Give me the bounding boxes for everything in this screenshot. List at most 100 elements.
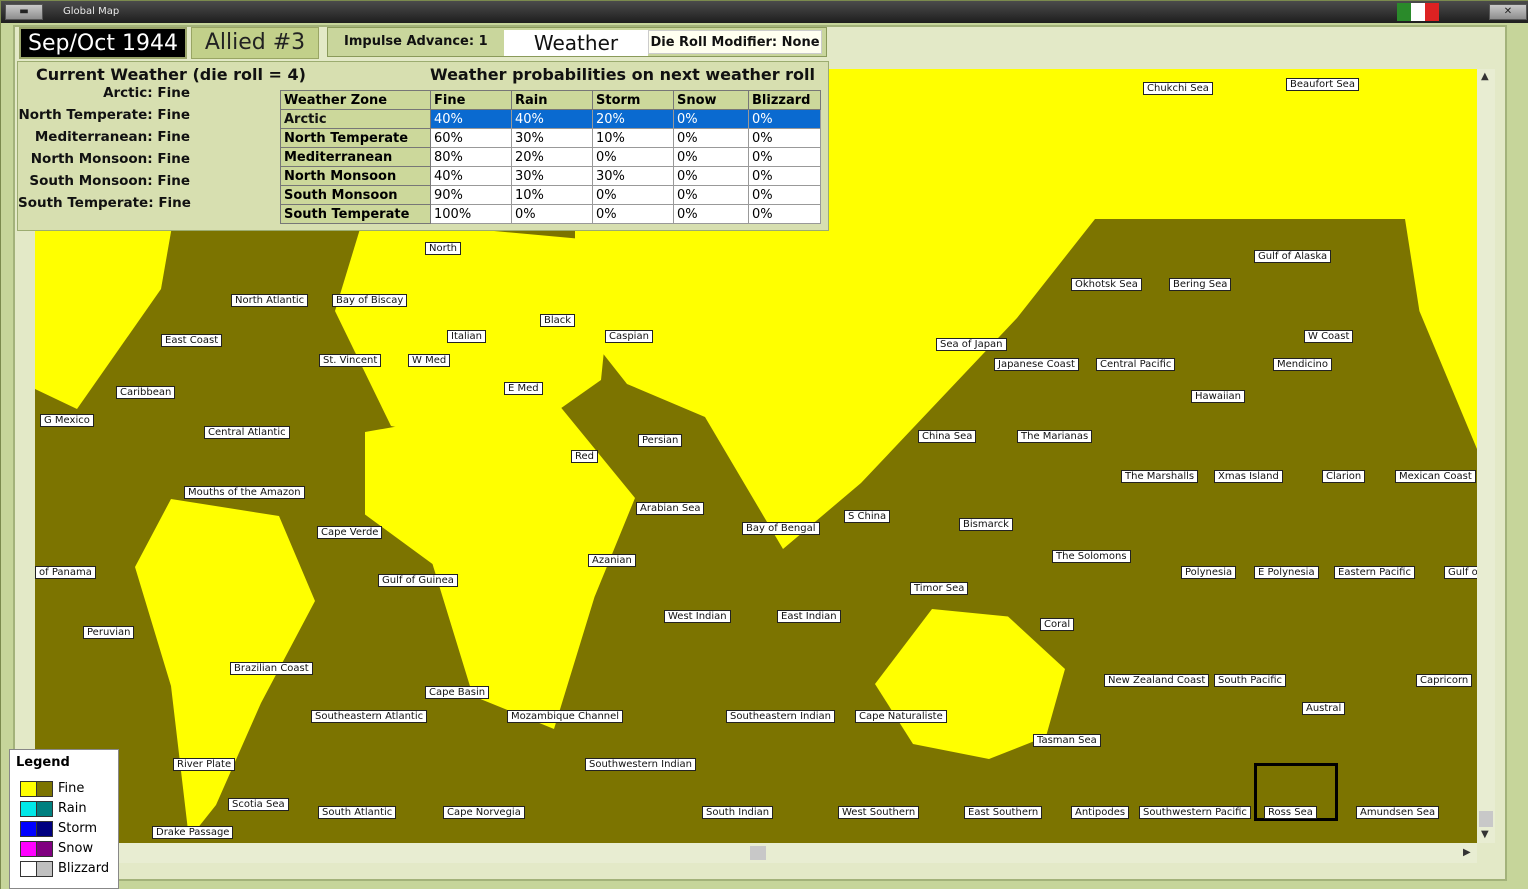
zone-label[interactable]: Azanian bbox=[588, 554, 636, 567]
zone-label[interactable]: Clarion bbox=[1322, 470, 1366, 483]
zone-label[interactable]: Mozambique Channel bbox=[507, 710, 624, 723]
table-row[interactable]: North Monsoon 40% 30% 30% 0% 0% bbox=[280, 166, 821, 186]
zone-label[interactable]: The Solomons bbox=[1052, 550, 1131, 563]
zone-label[interactable]: Ross Sea bbox=[1264, 806, 1317, 819]
zone-label[interactable]: River Plate bbox=[173, 758, 236, 771]
zone-label[interactable]: Polynesia bbox=[1181, 566, 1237, 579]
zone-label[interactable]: Bay of Biscay bbox=[332, 294, 408, 307]
scroll-up-icon[interactable]: ▲ bbox=[1481, 71, 1489, 82]
zone-label[interactable]: East Indian bbox=[777, 610, 841, 623]
zone-label[interactable]: North bbox=[425, 242, 461, 255]
zone-label[interactable]: The Marianas bbox=[1017, 430, 1093, 443]
zone-label[interactable]: Gulf of Alaska bbox=[1254, 250, 1332, 263]
scroll-thumb[interactable] bbox=[750, 846, 766, 860]
zone-label[interactable]: Southwestern Pacific bbox=[1139, 806, 1251, 819]
zone-label[interactable]: Peruvian bbox=[83, 626, 135, 639]
zone-label[interactable]: Arabian Sea bbox=[636, 502, 705, 515]
table-cell: 0% bbox=[748, 204, 821, 224]
zone-label[interactable]: Bismarck bbox=[959, 518, 1013, 531]
zone-label[interactable]: E Polynesia bbox=[1254, 566, 1319, 579]
zone-label[interactable]: Gulf of Guinea bbox=[378, 574, 458, 587]
zone-label[interactable]: S China bbox=[844, 510, 891, 523]
zone-label[interactable]: of Panama bbox=[35, 566, 96, 579]
zone-label[interactable]: East Coast bbox=[161, 334, 223, 347]
zone-label[interactable]: Black bbox=[540, 314, 576, 327]
table-row[interactable]: Arctic 40% 40% 20% 0% 0% bbox=[280, 109, 821, 129]
close-button[interactable]: ✕ bbox=[1489, 4, 1527, 20]
scroll-down-icon[interactable]: ▼ bbox=[1481, 829, 1489, 840]
zone-label[interactable]: South Atlantic bbox=[318, 806, 397, 819]
zone-label[interactable]: Drake Passage bbox=[152, 826, 234, 839]
zone-label[interactable]: Red bbox=[571, 450, 598, 463]
zone-label[interactable]: Capricorn bbox=[1416, 674, 1473, 687]
zone-label[interactable]: Chukchi Sea bbox=[1143, 82, 1213, 95]
zone-label[interactable]: Antipodes bbox=[1071, 806, 1130, 819]
zone-label[interactable]: Coral bbox=[1040, 618, 1075, 631]
zone-label[interactable]: Amundsen Sea bbox=[1356, 806, 1440, 819]
zone-label[interactable]: Scotia Sea bbox=[228, 798, 289, 811]
zone-label[interactable]: South Pacific bbox=[1214, 674, 1287, 687]
table-cell: 0% bbox=[511, 204, 593, 224]
zone-label[interactable]: Mouths of the Amazon bbox=[184, 486, 305, 499]
zone-label[interactable]: Cape Norvegia bbox=[443, 806, 525, 819]
zone-label[interactable]: Okhotsk Sea bbox=[1071, 278, 1142, 291]
zone-label[interactable]: Brazilian Coast bbox=[230, 662, 313, 675]
zone-label[interactable]: Cape Naturaliste bbox=[855, 710, 947, 723]
zone-label[interactable]: Southwestern Indian bbox=[585, 758, 697, 771]
zone-label[interactable]: New Zealand Coast bbox=[1104, 674, 1210, 687]
zone-label[interactable]: Eastern Pacific bbox=[1334, 566, 1415, 579]
zone-label[interactable]: Beaufort Sea bbox=[1286, 78, 1359, 91]
zone-label[interactable]: North Atlantic bbox=[231, 294, 309, 307]
zone-label[interactable]: China Sea bbox=[918, 430, 977, 443]
horizontal-scrollbar[interactable]: ▶ bbox=[35, 843, 1477, 863]
zone-label[interactable]: Austral bbox=[1302, 702, 1346, 715]
table-cell: 40% bbox=[511, 109, 593, 129]
zone-label[interactable]: The Marshalls bbox=[1121, 470, 1199, 483]
table-row[interactable]: Mediterranean 80% 20% 0% 0% 0% bbox=[280, 147, 821, 167]
zone-label[interactable]: St. Vincent bbox=[319, 354, 382, 367]
zone-label[interactable]: W Coast bbox=[1304, 330, 1354, 343]
zone-label[interactable]: Bering Sea bbox=[1169, 278, 1232, 291]
zone-label[interactable]: Tasman Sea bbox=[1033, 734, 1101, 747]
zone-label[interactable]: Gulf o bbox=[1444, 566, 1477, 579]
zone-label[interactable]: Mexican Coast bbox=[1395, 470, 1476, 483]
zone-label[interactable]: Japanese Coast bbox=[994, 358, 1079, 371]
minimize-button[interactable]: ▬ bbox=[5, 4, 43, 20]
scroll-thumb[interactable] bbox=[1479, 811, 1493, 827]
zone-label[interactable]: East Southern bbox=[964, 806, 1043, 819]
zone-label[interactable]: Xmas Island bbox=[1214, 470, 1283, 483]
zone-label[interactable]: Caspian bbox=[605, 330, 653, 343]
zone-label[interactable]: Bay of Bengal bbox=[742, 522, 820, 535]
vertical-scrollbar[interactable]: ▲ ▼ bbox=[1477, 69, 1495, 843]
current-weather-row: Arctic: Fine bbox=[18, 85, 190, 101]
zone-label[interactable]: Caribbean bbox=[116, 386, 176, 399]
table-row[interactable]: South Monsoon 90% 10% 0% 0% 0% bbox=[280, 185, 821, 205]
table-row[interactable]: South Temperate 100% 0% 0% 0% 0% bbox=[280, 204, 821, 224]
zone-label[interactable]: Central Atlantic bbox=[204, 426, 290, 439]
table-cell: 0% bbox=[748, 166, 821, 186]
zone-label[interactable]: South Indian bbox=[702, 806, 774, 819]
column-header: Weather Zone bbox=[280, 90, 431, 110]
zone-label[interactable]: E Med bbox=[504, 382, 543, 395]
zone-label[interactable]: West Indian bbox=[664, 610, 731, 623]
turn-side-display: Allied #3 bbox=[191, 27, 319, 59]
zone-label[interactable]: Cape Basin bbox=[425, 686, 490, 699]
table-row[interactable]: North Temperate 60% 30% 10% 0% 0% bbox=[280, 128, 821, 148]
zone-label[interactable]: Cape Verde bbox=[317, 526, 383, 539]
zone-label[interactable]: Hawaiian bbox=[1191, 390, 1245, 403]
zone-label[interactable]: Southeastern Atlantic bbox=[311, 710, 428, 723]
zone-label[interactable]: Central Pacific bbox=[1096, 358, 1176, 371]
zone-label[interactable]: Mendicino bbox=[1273, 358, 1332, 371]
weather-value: Fine bbox=[157, 173, 190, 189]
zone-label[interactable]: Sea of Japan bbox=[936, 338, 1007, 351]
zone-label[interactable]: Italian bbox=[447, 330, 487, 343]
zone-label[interactable]: W Med bbox=[408, 354, 451, 367]
table-cell: 0% bbox=[592, 204, 674, 224]
weather-button[interactable]: Weather bbox=[504, 30, 648, 56]
scroll-right-icon[interactable]: ▶ bbox=[1463, 847, 1471, 858]
zone-label[interactable]: G Mexico bbox=[40, 414, 94, 427]
zone-label[interactable]: West Southern bbox=[838, 806, 920, 819]
zone-label[interactable]: Persian bbox=[638, 434, 683, 447]
zone-label[interactable]: Southeastern Indian bbox=[726, 710, 835, 723]
zone-label[interactable]: Timor Sea bbox=[910, 582, 969, 595]
